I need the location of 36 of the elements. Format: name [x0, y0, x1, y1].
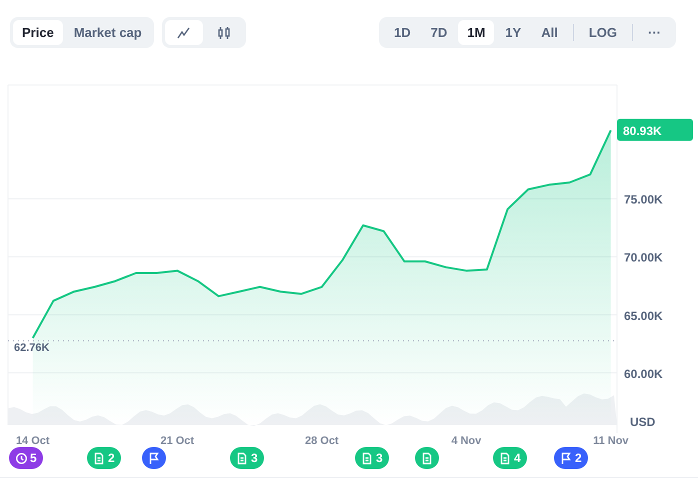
- document-icon: [421, 452, 433, 464]
- flag-icon: [560, 452, 572, 464]
- flag-event-marker[interactable]: [142, 447, 166, 469]
- start-price-label: 62.76K: [14, 342, 50, 354]
- document-icon: [93, 452, 105, 464]
- y-axis-label: 65.00K: [624, 308, 663, 323]
- current-price-badge: 80.93K: [617, 118, 693, 141]
- x-axis-label: 11 Nov: [593, 435, 629, 447]
- document-icon: [361, 452, 373, 464]
- x-axis-label: 4 Nov: [451, 435, 482, 447]
- news-event-marker[interactable]: [415, 447, 439, 469]
- line-chart-button[interactable]: [164, 20, 203, 45]
- document-icon: [499, 452, 511, 464]
- view-tab[interactable]: Price: [13, 20, 63, 45]
- y-axis-label: 60.00K: [624, 366, 663, 381]
- range-tab[interactable]: 7D: [422, 20, 456, 45]
- view-tab[interactable]: Market cap: [64, 20, 151, 45]
- range-tab[interactable]: 1D: [384, 20, 420, 45]
- x-axis-label: 21 Oct: [160, 435, 194, 447]
- x-axis-label: 28 Oct: [304, 435, 339, 447]
- clock-icon: [15, 452, 27, 464]
- range-tab[interactable]: 1Y: [496, 20, 530, 45]
- flag-icon: [148, 452, 160, 464]
- history-event-marker[interactable]: 5: [9, 447, 43, 469]
- document-icon: [236, 452, 248, 464]
- x-axis-label: 14 Oct: [16, 435, 50, 447]
- candlestick-icon: [216, 26, 231, 40]
- line-chart-icon: [176, 26, 191, 40]
- flag-event-marker[interactable]: 2: [554, 447, 588, 469]
- log-scale-toggle[interactable]: LOG: [580, 20, 626, 45]
- range-tab[interactable]: All: [532, 20, 567, 45]
- y-axis-label: 70.00K: [624, 250, 663, 265]
- currency-label: USD: [630, 415, 656, 429]
- range-tab[interactable]: 1M: [458, 20, 494, 45]
- more-button[interactable]: ···: [639, 20, 670, 45]
- y-axis-label: 75.00K: [624, 192, 663, 207]
